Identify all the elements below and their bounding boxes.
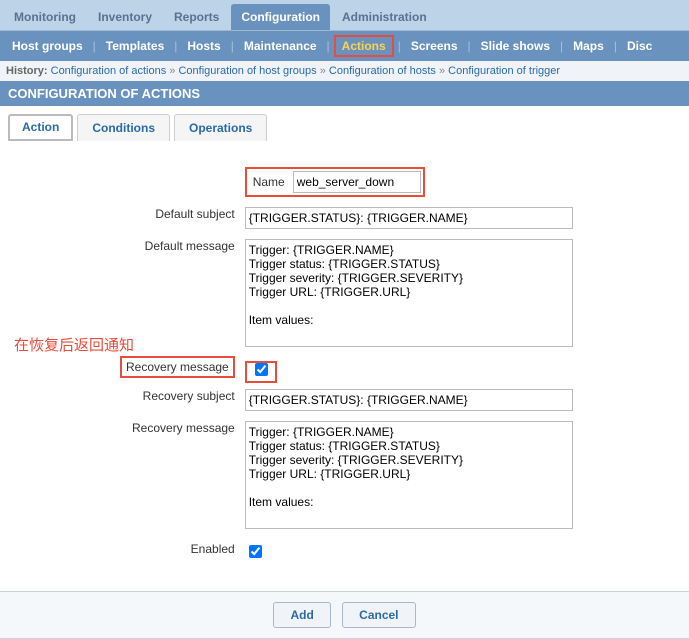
topnav-reports[interactable]: Reports (164, 4, 229, 30)
subnav-discovery[interactable]: Disc (621, 37, 658, 55)
tab-operations[interactable]: Operations (174, 114, 267, 141)
sub-nav: Host groups| Templates| Hosts| Maintenan… (0, 31, 689, 61)
recovery-subject-label: Recovery subject (120, 385, 243, 415)
tab-action[interactable]: Action (8, 114, 73, 141)
history-crumb[interactable]: Configuration of hosts (329, 65, 436, 77)
topnav-configuration[interactable]: Configuration (231, 4, 330, 30)
tab-conditions[interactable]: Conditions (77, 114, 170, 141)
history-crumb[interactable]: Configuration of host groups (178, 65, 316, 77)
top-nav: Monitoring Inventory Reports Configurati… (0, 0, 689, 31)
subnav-maps[interactable]: Maps (567, 37, 610, 55)
subnav-slideshows[interactable]: Slide shows (475, 37, 556, 55)
subnav-maintenance[interactable]: Maintenance (238, 37, 323, 55)
recovery-message-label: Recovery message (126, 360, 229, 374)
recovery-subject-input[interactable] (245, 389, 573, 411)
default-message-label: Default message (120, 235, 243, 354)
form-tabs: Action Conditions Operations (0, 106, 689, 141)
enabled-checkbox[interactable] (249, 545, 262, 558)
name-label: Name (249, 175, 293, 189)
name-field-highlight: Name (245, 167, 425, 197)
default-message-textarea[interactable]: Trigger: {TRIGGER.NAME} Trigger status: … (245, 239, 573, 347)
recovery-body-label: Recovery message (120, 417, 243, 536)
breadcrumb: History: Configuration of actions » Conf… (0, 61, 689, 81)
recovery-message-checkbox[interactable] (255, 363, 268, 376)
form-footer: Add Cancel (0, 591, 689, 639)
subnav-hostgroups[interactable]: Host groups (6, 37, 89, 55)
subnav-templates[interactable]: Templates (100, 37, 170, 55)
recovery-annotation: 在恢复后返回通知 (14, 334, 134, 355)
enabled-label: Enabled (120, 538, 243, 565)
history-crumb[interactable]: Configuration of trigger (448, 65, 560, 77)
subnav-hosts[interactable]: Hosts (181, 37, 226, 55)
name-input[interactable] (293, 171, 421, 193)
topnav-monitoring[interactable]: Monitoring (4, 4, 86, 30)
page-title: CONFIGURATION OF ACTIONS (0, 81, 689, 106)
action-form: Name Default subject Default message Tri… (0, 141, 689, 575)
topnav-inventory[interactable]: Inventory (88, 4, 162, 30)
recovery-checkbox-highlight: Recovery message (120, 356, 235, 378)
subnav-screens[interactable]: Screens (405, 37, 464, 55)
recovery-checkbox-highlight (245, 361, 277, 383)
default-subject-input[interactable] (245, 207, 573, 229)
history-prefix: History: (6, 65, 48, 77)
cancel-button[interactable]: Cancel (342, 602, 415, 628)
recovery-body-textarea[interactable]: Trigger: {TRIGGER.NAME} Trigger status: … (245, 421, 573, 529)
add-button[interactable]: Add (273, 602, 330, 628)
history-crumb[interactable]: Configuration of actions (51, 65, 167, 77)
topnav-administration[interactable]: Administration (332, 4, 437, 30)
default-subject-label: Default subject (120, 203, 243, 233)
subnav-actions[interactable]: Actions (334, 35, 394, 57)
